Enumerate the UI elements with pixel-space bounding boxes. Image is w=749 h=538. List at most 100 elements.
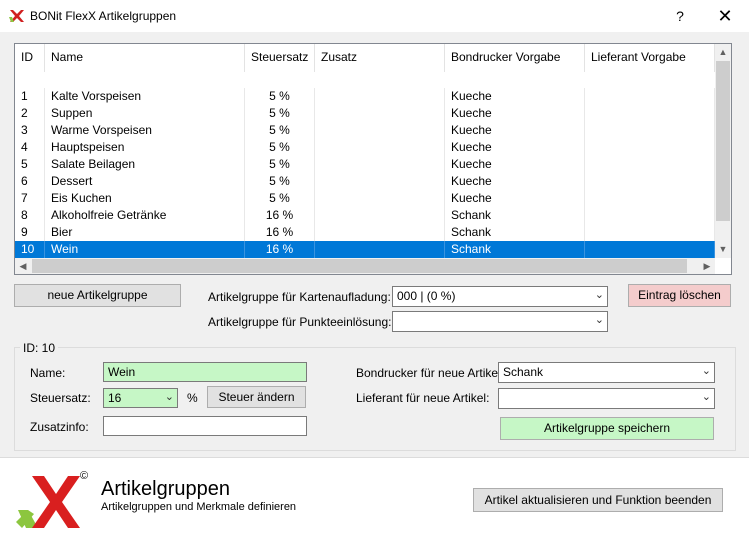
cell-supplier (585, 241, 715, 258)
cell-tax: 16 % (245, 207, 315, 224)
column-header-supplier[interactable]: Lieferant Vorgabe (585, 44, 715, 72)
help-button[interactable]: ? (667, 6, 693, 26)
cell-id: 1 (15, 88, 45, 105)
column-header-name[interactable]: Name (45, 44, 245, 72)
tax-label: Steuersatz: (30, 391, 91, 405)
chevron-down-icon: ⌄ (164, 391, 174, 403)
table-row[interactable]: 4 Hauptspeisen 5 % Kueche (15, 139, 715, 156)
cell-supplier (585, 105, 715, 122)
save-group-button[interactable]: Artikelgruppe speichern (500, 417, 714, 440)
cell-tax: 16 % (245, 224, 315, 241)
supplier-label: Lieferant für neue Artikel: (356, 391, 490, 405)
cell-printer: Kueche (445, 139, 585, 156)
cell-extra (315, 173, 445, 190)
table-row[interactable]: 9 Bier 16 % Schank (15, 224, 715, 241)
delete-entry-button[interactable]: Eintrag löschen (628, 284, 731, 307)
cell-printer: Schank (445, 224, 585, 241)
cell-supplier (585, 156, 715, 173)
horizontal-scroll-thumb[interactable] (32, 259, 687, 273)
cell-supplier (585, 139, 715, 156)
percent-label: % (187, 391, 198, 405)
scroll-left-icon[interactable]: ◀ (15, 258, 31, 274)
detail-id-label: ID: 10 (20, 341, 59, 355)
new-group-button[interactable]: neue Artikelgruppe (14, 284, 181, 307)
points-group-label: Artikelgruppe für Punkteeinlösung: (208, 315, 392, 329)
cell-name: Hauptspeisen (45, 139, 245, 156)
card-group-value: 000 | (0 %) (397, 289, 456, 303)
printer-select[interactable]: Schank ⌄ (498, 362, 715, 383)
cell-id: 5 (15, 156, 45, 173)
table-row[interactable]: 5 Salate Beilagen 5 % Kueche (15, 156, 715, 173)
chevron-down-icon: ⌄ (594, 289, 604, 301)
cell-id: 8 (15, 207, 45, 224)
cell-supplier (585, 173, 715, 190)
cell-extra (315, 224, 445, 241)
app-logo-icon (8, 8, 26, 24)
flexx-logo-icon: © (14, 470, 94, 530)
column-header-id[interactable]: ID (15, 44, 45, 72)
cell-tax: 5 % (245, 122, 315, 139)
cell-tax: 16 % (245, 241, 315, 258)
table-row[interactable]: 10 Wein 16 % Schank (15, 241, 715, 258)
chevron-down-icon: ⌄ (701, 365, 711, 377)
cell-id: 3 (15, 122, 45, 139)
close-button[interactable]: ✕ (708, 4, 742, 28)
column-header-printer[interactable]: Bondrucker Vorgabe (445, 44, 585, 72)
table-row[interactable]: 8 Alkoholfreie Getränke 16 % Schank (15, 207, 715, 224)
tax-select[interactable]: 16 ⌄ (103, 388, 178, 408)
footer-title: Artikelgruppen (101, 478, 230, 500)
supplier-select[interactable]: ⌄ (498, 388, 715, 409)
cell-supplier (585, 190, 715, 207)
tax-value: 16 (108, 391, 122, 405)
vertical-scroll-thumb[interactable] (716, 61, 730, 221)
cell-name: Bier (45, 224, 245, 241)
scroll-down-icon[interactable]: ▼ (715, 241, 731, 257)
article-group-table[interactable]: ID Name Steuersatz Zusatz Bondrucker Vor… (14, 43, 732, 275)
scroll-up-icon[interactable]: ▲ (715, 44, 731, 60)
points-group-select[interactable]: ⌄ (392, 311, 608, 332)
cell-name: Eis Kuchen (45, 190, 245, 207)
column-header-extra[interactable]: Zusatz (315, 44, 445, 72)
update-and-exit-button[interactable]: Artikel aktualisieren und Funktion beend… (473, 488, 723, 512)
cell-name: Kalte Vorspeisen (45, 88, 245, 105)
cell-id: 9 (15, 224, 45, 241)
printer-label: Bondrucker für neue Artikel: (356, 366, 505, 380)
cell-extra (315, 88, 445, 105)
cell-supplier (585, 122, 715, 139)
cell-tax: 5 % (245, 173, 315, 190)
name-input[interactable]: Wein (103, 362, 307, 382)
table-row[interactable]: 1 Kalte Vorspeisen 5 % Kueche (15, 88, 715, 105)
cell-printer: Kueche (445, 190, 585, 207)
cell-printer: Schank (445, 207, 585, 224)
table-row[interactable]: 7 Eis Kuchen 5 % Kueche (15, 190, 715, 207)
cell-tax: 5 % (245, 105, 315, 122)
table-row[interactable]: 2 Suppen 5 % Kueche (15, 105, 715, 122)
cell-name: Alkoholfreie Getränke (45, 207, 245, 224)
cell-supplier (585, 88, 715, 105)
cell-printer: Kueche (445, 105, 585, 122)
table-row[interactable]: 6 Dessert 5 % Kueche (15, 173, 715, 190)
card-group-select[interactable]: 000 | (0 %) ⌄ (392, 286, 608, 307)
horizontal-scrollbar[interactable]: ◀ ▶ (15, 258, 715, 274)
cell-tax: 5 % (245, 156, 315, 173)
cell-name: Dessert (45, 173, 245, 190)
change-tax-button[interactable]: Steuer ändern (207, 386, 306, 408)
cell-id: 2 (15, 105, 45, 122)
title-bar: BONit FlexX Artikelgruppen ? ✕ (0, 0, 749, 32)
cell-tax: 5 % (245, 139, 315, 156)
cell-name: Wein (45, 241, 245, 258)
cell-extra (315, 139, 445, 156)
scroll-right-icon[interactable]: ▶ (699, 258, 715, 274)
footer-panel: © Artikelgruppen Artikelgruppen und Merk… (0, 457, 749, 538)
logo-mark: © (80, 470, 89, 482)
cell-id: 6 (15, 173, 45, 190)
printer-value: Schank (503, 365, 544, 379)
cell-supplier (585, 224, 715, 241)
extra-info-input[interactable] (103, 416, 307, 436)
cell-printer: Kueche (445, 156, 585, 173)
column-header-tax[interactable]: Steuersatz (245, 44, 315, 72)
cell-extra (315, 207, 445, 224)
table-row[interactable]: 3 Warme Vorspeisen 5 % Kueche (15, 122, 715, 139)
cell-printer: Kueche (445, 88, 585, 105)
vertical-scrollbar[interactable]: ▲ ▼ (715, 44, 731, 258)
